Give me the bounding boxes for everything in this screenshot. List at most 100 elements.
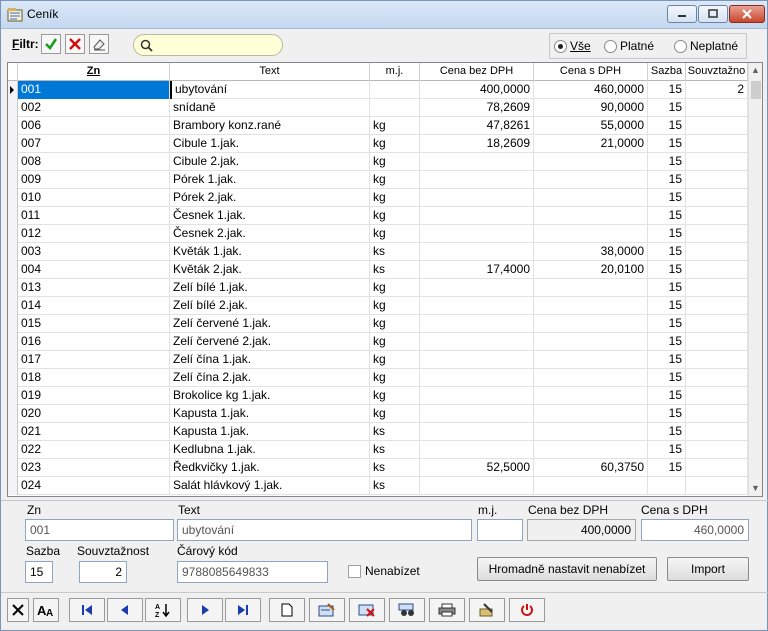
- price-grid[interactable]: Zn Text m.j. Cena bez DPH Cena s DPH Saz…: [7, 62, 763, 497]
- scroll-thumb[interactable]: [751, 81, 761, 99]
- column-header-mj[interactable]: m.j.: [370, 63, 420, 81]
- cell-sazba[interactable]: 15: [648, 441, 686, 459]
- cell-cena-s-dph[interactable]: [534, 333, 648, 351]
- sazba-field[interactable]: 15: [25, 561, 53, 583]
- cell-zn[interactable]: 001: [18, 81, 170, 99]
- cell-cena-bez-dph[interactable]: 52,5000: [420, 459, 534, 477]
- cell-sazba[interactable]: 15: [648, 351, 686, 369]
- close-form-button[interactable]: [7, 598, 29, 622]
- row-indicator[interactable]: [8, 369, 18, 387]
- carovy-kod-field[interactable]: 9788085649833: [177, 561, 328, 583]
- cell-zn[interactable]: 024: [18, 477, 170, 495]
- table-row[interactable]: 002 snídaně 78,2609 90,0000 15: [8, 99, 748, 117]
- cell-sazba[interactable]: 15: [648, 387, 686, 405]
- table-row[interactable]: 024 Salát hlávkový 1.jak. ks: [8, 477, 748, 495]
- row-indicator[interactable]: [8, 279, 18, 297]
- cell-cena-s-dph[interactable]: 460,0000: [534, 81, 648, 99]
- cell-text[interactable]: Zelí červené 2.jak.: [170, 333, 370, 351]
- row-indicator[interactable]: [8, 333, 18, 351]
- cell-cena-bez-dph[interactable]: [420, 243, 534, 261]
- row-indicator[interactable]: [8, 441, 18, 459]
- cell-mj[interactable]: [370, 81, 420, 99]
- cell-cena-bez-dph[interactable]: [420, 225, 534, 243]
- cell-souvztaznost[interactable]: [686, 171, 748, 189]
- cell-sazba[interactable]: 15: [648, 405, 686, 423]
- cell-cena-bez-dph[interactable]: 47,8261: [420, 117, 534, 135]
- cell-mj[interactable]: kg: [370, 135, 420, 153]
- cell-sazba[interactable]: 15: [648, 135, 686, 153]
- cell-zn[interactable]: 006: [18, 117, 170, 135]
- table-row[interactable]: 017 Zelí čína 1.jak. kg 15: [8, 351, 748, 369]
- cell-souvztaznost[interactable]: [686, 279, 748, 297]
- cell-cena-s-dph[interactable]: 20,0100: [534, 261, 648, 279]
- cell-souvztaznost[interactable]: [686, 423, 748, 441]
- cell-mj[interactable]: kg: [370, 297, 420, 315]
- cell-zn[interactable]: 020: [18, 405, 170, 423]
- table-row[interactable]: 015 Zelí červené 1.jak. kg 15: [8, 315, 748, 333]
- table-row[interactable]: 003 Květák 1.jak. ks 38,0000 15: [8, 243, 748, 261]
- row-indicator[interactable]: [8, 243, 18, 261]
- cell-souvztaznost[interactable]: [686, 333, 748, 351]
- column-header-text[interactable]: Text: [170, 63, 370, 81]
- table-row[interactable]: 018 Zelí čína 2.jak. kg 15: [8, 369, 748, 387]
- row-indicator[interactable]: [8, 315, 18, 333]
- cell-sazba[interactable]: 15: [648, 261, 686, 279]
- cell-text[interactable]: Kedlubna 1.jak.: [170, 441, 370, 459]
- new-record-button[interactable]: [269, 598, 305, 622]
- cell-cena-s-dph[interactable]: [534, 441, 648, 459]
- cell-zn[interactable]: 014: [18, 297, 170, 315]
- first-record-button[interactable]: [69, 598, 105, 622]
- cell-mj[interactable]: kg: [370, 369, 420, 387]
- cell-zn[interactable]: 019: [18, 387, 170, 405]
- row-indicator[interactable]: [8, 207, 18, 225]
- cell-souvztaznost[interactable]: [686, 261, 748, 279]
- cell-cena-s-dph[interactable]: 21,0000: [534, 135, 648, 153]
- cell-sazba[interactable]: 15: [648, 243, 686, 261]
- cell-mj[interactable]: kg: [370, 207, 420, 225]
- cell-zn[interactable]: 008: [18, 153, 170, 171]
- cell-mj[interactable]: kg: [370, 279, 420, 297]
- cell-sazba[interactable]: 15: [648, 171, 686, 189]
- row-indicator[interactable]: [8, 459, 18, 477]
- cell-cena-bez-dph[interactable]: [420, 315, 534, 333]
- cell-zn[interactable]: 011: [18, 207, 170, 225]
- cell-cena-bez-dph[interactable]: [420, 351, 534, 369]
- cell-mj[interactable]: kg: [370, 387, 420, 405]
- cell-mj[interactable]: kg: [370, 315, 420, 333]
- cell-text[interactable]: Zelí bílé 1.jak.: [170, 279, 370, 297]
- search-input[interactable]: [156, 37, 276, 53]
- cell-sazba[interactable]: 15: [648, 459, 686, 477]
- row-indicator[interactable]: [8, 135, 18, 153]
- search-field[interactable]: [133, 34, 283, 56]
- delete-record-button[interactable]: [349, 598, 385, 622]
- cell-zn[interactable]: 004: [18, 261, 170, 279]
- cell-sazba[interactable]: 15: [648, 207, 686, 225]
- row-indicator[interactable]: [8, 189, 18, 207]
- cell-mj[interactable]: kg: [370, 117, 420, 135]
- cena-s-dph-field[interactable]: 460,0000: [641, 519, 749, 541]
- cell-souvztaznost[interactable]: [686, 351, 748, 369]
- cell-cena-bez-dph[interactable]: 17,4000: [420, 261, 534, 279]
- cell-cena-s-dph[interactable]: [534, 207, 648, 225]
- cell-cena-bez-dph[interactable]: 78,2609: [420, 99, 534, 117]
- cell-mj[interactable]: kg: [370, 405, 420, 423]
- cell-mj[interactable]: kg: [370, 351, 420, 369]
- cell-mj[interactable]: ks: [370, 459, 420, 477]
- row-indicator[interactable]: [8, 117, 18, 135]
- table-row[interactable]: 007 Cibule 1.jak. kg 18,2609 21,0000 15: [8, 135, 748, 153]
- cell-text[interactable]: Zelí čína 1.jak.: [170, 351, 370, 369]
- cell-sazba[interactable]: 15: [648, 333, 686, 351]
- table-row[interactable]: 013 Zelí bílé 1.jak. kg 15: [8, 279, 748, 297]
- cell-mj[interactable]: kg: [370, 225, 420, 243]
- cell-mj[interactable]: kg: [370, 153, 420, 171]
- cell-cena-bez-dph[interactable]: [420, 423, 534, 441]
- column-header-sazba[interactable]: Sazba: [648, 63, 686, 81]
- cell-text[interactable]: Cibule 1.jak.: [170, 135, 370, 153]
- table-row[interactable]: 014 Zelí bílé 2.jak. kg 15: [8, 297, 748, 315]
- scroll-down-icon[interactable]: ▼: [751, 483, 760, 493]
- cell-text[interactable]: Pórek 1.jak.: [170, 171, 370, 189]
- cell-souvztaznost[interactable]: [686, 243, 748, 261]
- tools-button[interactable]: [469, 598, 505, 622]
- cell-text[interactable]: Kapusta 1.jak.: [170, 405, 370, 423]
- row-indicator[interactable]: [8, 153, 18, 171]
